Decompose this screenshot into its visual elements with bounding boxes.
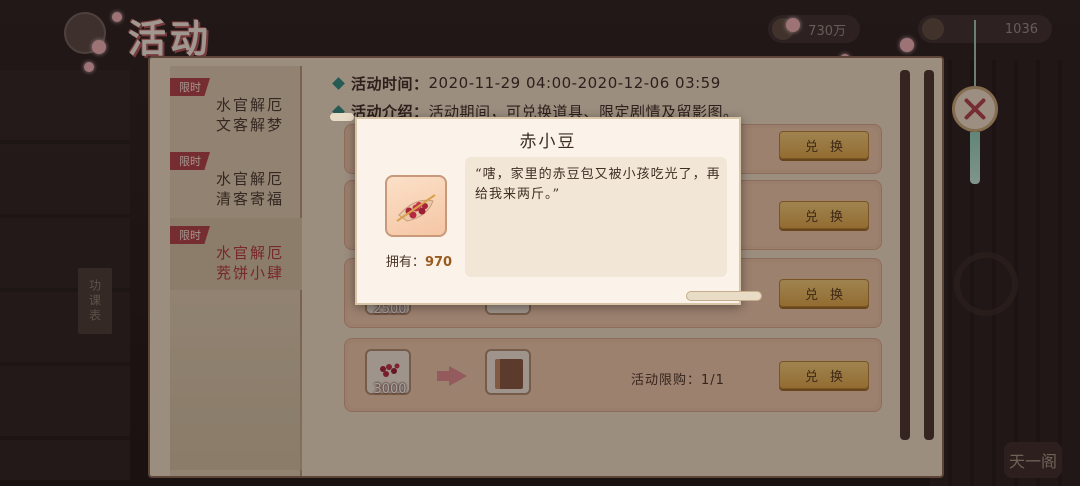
popup-scroll-end [330,113,354,121]
item-name: 赤小豆 [519,132,577,152]
popup-scroll-end [686,291,762,301]
item-description: “嗐，家里的赤豆包又被小孩吃光了，再给我来两斤。” [475,167,721,202]
item-icon [385,175,447,237]
item-detail-popup: 赤小豆 拥有：970 “嗐，家里的赤豆包又被小孩吃光了，再给我来两斤。” [355,117,741,305]
owned-value: 970 [424,255,453,270]
red-bean-icon [396,194,436,222]
owned-count: 拥有：970 [369,251,469,270]
owned-label: 拥有： [385,255,425,270]
